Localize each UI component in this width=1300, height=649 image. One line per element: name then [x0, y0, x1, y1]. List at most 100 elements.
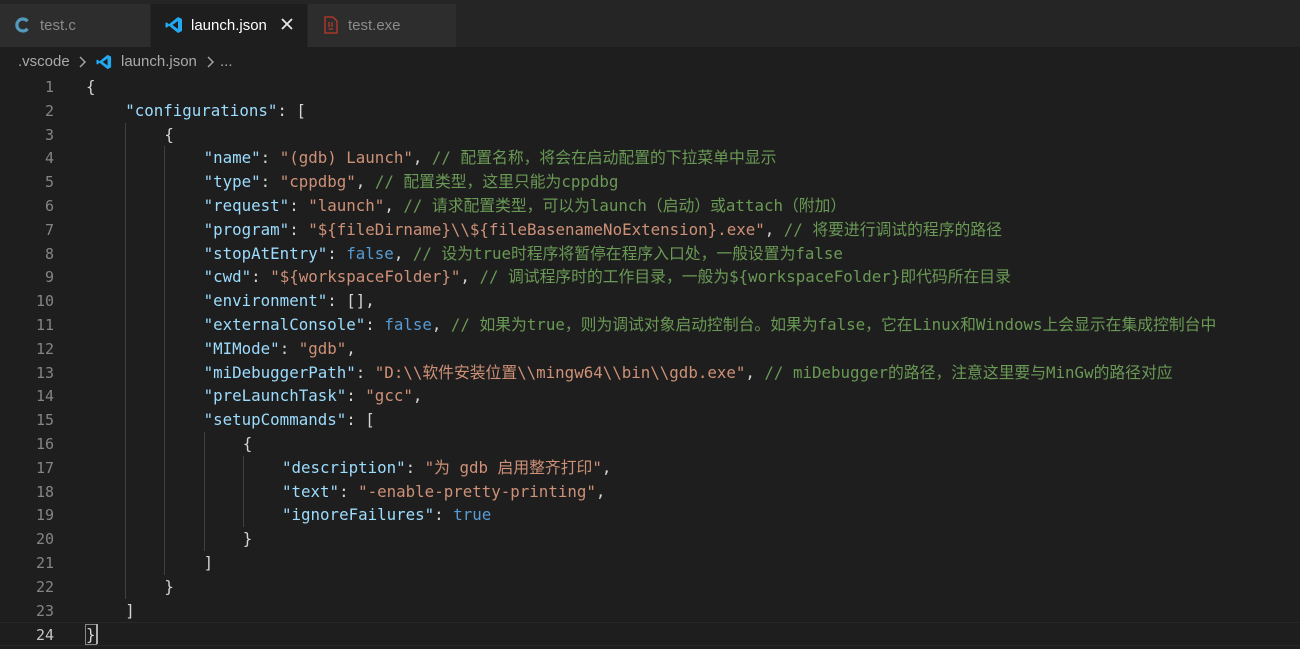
line-number: 23	[35, 601, 54, 620]
indent-guide	[164, 217, 166, 242]
code-token: // 请求配置类型，可以为launch（启动）或attach（附加）	[403, 196, 847, 215]
chevron-right-icon	[207, 56, 214, 68]
code-token: }	[242, 529, 253, 549]
indent-guide	[164, 384, 166, 409]
code-token: :	[260, 148, 280, 168]
indent-guide	[164, 360, 166, 385]
code-token: "preLaunchTask"	[203, 386, 347, 406]
line-number: 10	[35, 292, 54, 311]
tab-launch-json[interactable]: launch.json	[151, 4, 307, 47]
code-token: : [	[277, 100, 306, 120]
code-token: "(gdb) Launch"	[279, 148, 413, 168]
breadcrumb-file[interactable]: launch.json	[121, 53, 197, 70]
close-icon[interactable]	[277, 14, 297, 34]
code-text: "text": "-enable-pretty-printing",	[282, 480, 605, 504]
line-number: 22	[35, 577, 54, 596]
code-token: false	[384, 315, 432, 334]
code-text: "request": "launch", // 请求配置类型，可以为launch…	[204, 194, 847, 218]
indent-guide	[164, 241, 166, 266]
line-number: 24	[35, 626, 54, 645]
line-number: 20	[35, 530, 54, 549]
code-token: "gdb"	[298, 338, 347, 358]
line-number: 15	[35, 411, 54, 430]
code-token: "stopAtEntry"	[203, 243, 328, 263]
code-text: "stopAtEntry": false, // 设为true时程序将暂停在程序…	[204, 242, 843, 266]
line-number: 5	[44, 173, 54, 192]
code-line: 24}	[0, 622, 1300, 647]
indent-guide	[164, 146, 166, 171]
code-token: "${fileDirname}\\${fileBasenameNoExtensi…	[308, 219, 765, 239]
line-number: 1	[44, 78, 54, 96]
indent-guide	[164, 503, 166, 528]
tab-label: launch.json	[191, 17, 267, 34]
code-token: ,	[745, 362, 765, 382]
c-language-icon	[15, 17, 29, 33]
code-token: true	[453, 505, 492, 525]
code-token: ,	[412, 148, 432, 168]
indent-guide	[125, 574, 127, 599]
indent-guide	[125, 455, 127, 480]
code-text: "description": "为 gdb 启用整齐打印",	[282, 456, 611, 480]
line-number: 11	[35, 316, 54, 334]
code-token: ,	[601, 457, 612, 477]
indent-guide	[164, 336, 166, 361]
breadcrumb: .vscode launch.json ...	[0, 47, 1300, 75]
indent-guide	[125, 527, 127, 551]
code-token: {	[164, 124, 174, 144]
breadcrumb-folder[interactable]: .vscode	[18, 53, 70, 70]
code-token: :	[355, 362, 375, 382]
code-token: "miDebuggerPath"	[203, 362, 356, 382]
code-token: :	[327, 243, 347, 263]
code-token: "为 gdb 启用整齐打印"	[424, 457, 602, 477]
code-token: "cppdbg"	[279, 172, 356, 192]
code-token: // 调试程序时的工作目录，一般为${workspaceFolder}即代码所在…	[479, 267, 1011, 287]
code-text: "configurations": [	[125, 99, 306, 123]
line-number: 18	[35, 482, 54, 501]
code-token: {	[242, 434, 253, 453]
indent-guide	[164, 527, 166, 551]
code-token: // 设为true时程序将暂停在程序入口处，一般设置为false	[412, 243, 843, 263]
code-line: 13 "miDebuggerPath": "D:\\软件安装位置\\mingw64…	[0, 360, 1300, 385]
tab-test-exe[interactable]: test.exe	[308, 4, 456, 47]
code-line: 5 "type": "cppdbg", // 配置类型，这里只能为cppdbg	[0, 170, 1300, 194]
vscode-icon	[165, 17, 182, 33]
code-token: // 配置名称，将会在启动配置的下拉菜单中显示	[431, 148, 777, 168]
code-line: 7 "program": "${fileDirname}\\${fileBasen…	[0, 217, 1300, 242]
indent-guide	[125, 217, 127, 242]
tab-test-c[interactable]: test.c	[0, 4, 150, 47]
line-number: 7	[44, 220, 54, 239]
code-token: ,	[384, 196, 404, 215]
tab-label: test.c	[40, 17, 76, 34]
indent-guide	[125, 479, 127, 504]
code-editor[interactable]: 1{2 "configurations": [3{4 "name": "(gdb) …	[0, 75, 1300, 649]
code-token: "-enable-pretty-printing"	[358, 481, 596, 501]
indent-guide	[125, 241, 127, 266]
line-number: 19	[35, 506, 54, 525]
indent-guide	[125, 360, 127, 385]
code-text: ]	[204, 551, 214, 575]
code-line: 4 "name": "(gdb) Launch", // 配置名称，将会在启动配置…	[0, 146, 1300, 171]
code-token: ,	[393, 243, 413, 263]
code-line: 8 "stopAtEntry": false, // 设为true时程序将暂停在程…	[0, 241, 1300, 266]
code-line: 1{	[0, 75, 1300, 99]
code-token: :	[434, 505, 454, 525]
code-token: "name"	[203, 148, 261, 168]
indent-guide	[203, 479, 205, 504]
code-token: : [],	[327, 291, 375, 311]
indent-guide	[125, 336, 127, 361]
code-token: {	[86, 77, 96, 96]
code-token: "ignoreFailures"	[282, 505, 435, 525]
indent-guide	[164, 289, 166, 313]
line-number: 13	[35, 363, 54, 382]
code-text: "setupCommands": [	[204, 408, 375, 432]
code-line: 18 "text": "-enable-pretty-printing",	[0, 479, 1300, 504]
indent-guide	[125, 146, 127, 171]
code-token: ]	[203, 553, 214, 572]
code-text: "ignoreFailures": true	[282, 503, 491, 527]
code-token: "description"	[282, 457, 406, 477]
breadcrumb-more[interactable]: ...	[220, 53, 233, 70]
code-token: :	[279, 338, 299, 358]
code-token: :	[405, 457, 425, 477]
code-text: {	[243, 432, 253, 456]
indent-guide	[164, 551, 166, 575]
